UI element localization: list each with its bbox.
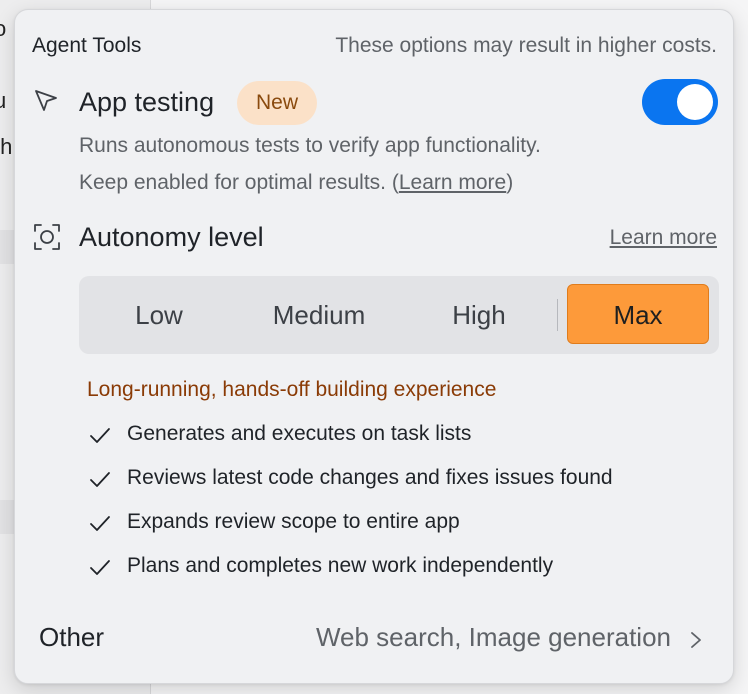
checkmark-icon bbox=[90, 516, 110, 531]
feature-text: Expands review scope to entire app bbox=[127, 510, 460, 533]
feature-text: Reviews latest code changes and fixes is… bbox=[127, 466, 613, 489]
feature-text: Generates and executes on task lists bbox=[127, 422, 472, 445]
autonomy-option-low[interactable]: Low bbox=[79, 276, 239, 354]
app-testing-label: App testing bbox=[79, 87, 215, 117]
background-text: o bbox=[0, 16, 7, 41]
hint-prefix: Keep enabled for optimal results. ( bbox=[79, 171, 399, 194]
other-label: Other bbox=[39, 622, 105, 652]
chevron-right-icon bbox=[691, 632, 701, 648]
other-tools-value: Web search, Image generation bbox=[315, 622, 671, 652]
background-text: u bbox=[0, 88, 7, 113]
autonomy-level-label: Autonomy level bbox=[79, 222, 264, 252]
hint-suffix: ) bbox=[506, 171, 514, 194]
cost-note: These options may result in higher costs… bbox=[335, 34, 717, 57]
app-testing-hint: Keep enabled for optimal results. (Learn… bbox=[79, 171, 513, 195]
checkmark-icon bbox=[90, 472, 110, 487]
focus-frame-icon bbox=[34, 224, 60, 250]
autonomy-learn-more-link[interactable]: Learn more bbox=[610, 226, 717, 250]
autonomy-level-headline: Long-running, hands-off building experie… bbox=[87, 378, 497, 401]
app-testing-toggle[interactable] bbox=[642, 79, 718, 125]
autonomy-segmented-control: Low Medium High Max bbox=[79, 276, 719, 354]
cursor-arrow-icon bbox=[35, 90, 57, 111]
app-testing-description: Runs autonomous tests to verify app func… bbox=[79, 134, 541, 157]
background-text: th bbox=[0, 134, 13, 159]
agent-tools-popover: Agent Tools These options may result in … bbox=[14, 9, 734, 684]
segment-divider bbox=[557, 299, 558, 331]
checkmark-icon bbox=[90, 428, 110, 443]
toggle-knob bbox=[677, 84, 713, 120]
popover-title: Agent Tools bbox=[32, 34, 142, 57]
autonomy-option-max[interactable]: Max bbox=[567, 284, 709, 344]
new-badge: New bbox=[237, 81, 318, 125]
feature-text: Plans and completes new work independent… bbox=[127, 554, 554, 577]
other-tools-row[interactable]: Other Web search, Image generation bbox=[15, 608, 733, 668]
checkmark-icon bbox=[90, 560, 110, 575]
app-testing-learn-more-link[interactable]: Learn more bbox=[399, 171, 506, 194]
autonomy-option-medium[interactable]: Medium bbox=[239, 276, 399, 354]
autonomy-option-high[interactable]: High bbox=[399, 276, 559, 354]
